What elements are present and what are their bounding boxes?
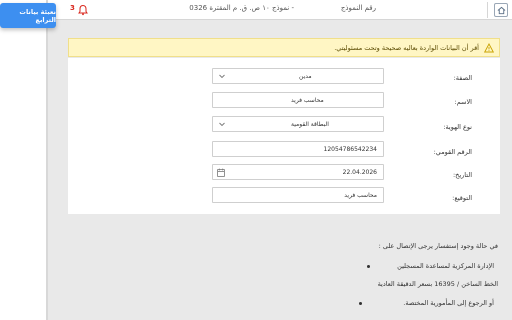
- warning-banner: أقر أن البيانات الواردة بعاليه صحيحة وتح…: [68, 38, 500, 57]
- notification-count: 3: [70, 4, 75, 12]
- role-value: مدين: [299, 73, 312, 80]
- form-number-value: - نموذج ١٠ ص. ق. م المقترة 0326: [189, 4, 294, 12]
- topbar-divider: [487, 2, 488, 18]
- role-label: الصفة:: [453, 74, 472, 82]
- name-value: محاسب فريد: [291, 97, 324, 104]
- home-button[interactable]: [494, 3, 508, 17]
- warning-text: أقر أن البيانات الواردة بعاليه صحيحة وتح…: [334, 44, 479, 52]
- bullet-dot: [367, 265, 370, 268]
- warning-icon: [484, 43, 494, 53]
- chevron-down-icon: [219, 122, 225, 127]
- top-bar: رقم النموذج - نموذج ١٠ ص. ق. م المقترة 0…: [48, 0, 512, 20]
- contact-intro: في حالة وجود إستفسار يرجى الإتصال على :: [378, 242, 498, 250]
- national-id-label: الرقم القومي:: [433, 148, 472, 156]
- calendar-icon[interactable]: [217, 168, 225, 177]
- date-label: التاريخ:: [452, 171, 472, 179]
- date-field[interactable]: 22.04.2026: [212, 164, 384, 180]
- bell-icon[interactable]: [77, 4, 89, 16]
- id-type-label: نوع الهوية:: [443, 123, 472, 131]
- contact-info: في حالة وجود إستفسار يرجى الإتصال على : …: [0, 238, 512, 320]
- name-field[interactable]: محاسب فريد: [212, 92, 384, 108]
- name-label: الاسم:: [454, 98, 472, 106]
- contact-office: أو الرجوع إلى المأمورية المختصة.: [403, 299, 494, 307]
- fill-data-button[interactable]: نعبئة بيانات الترابع: [0, 3, 56, 28]
- signature-value: محاسب فريد: [344, 192, 377, 199]
- role-select[interactable]: مدين: [212, 68, 384, 84]
- national-id-value: 12054786542234: [323, 146, 377, 153]
- contact-hotline: الخط الساخن / 16395 بسعر الدقيقة العادية: [377, 280, 498, 288]
- id-type-select[interactable]: البطاقة القومية: [212, 116, 384, 132]
- declaration-form: الصفة: مدين الاسم: محاسب فريد نوع الهوية…: [68, 58, 500, 214]
- bullet-dot: [359, 302, 362, 305]
- date-value: 22.04.2026: [342, 169, 377, 176]
- form-number-label: رقم النموذج: [340, 4, 376, 12]
- chevron-down-icon: [219, 74, 225, 79]
- id-type-value: البطاقة القومية: [291, 121, 329, 128]
- contact-central-admin: الإدارة المركزية لمساعدة المسجلين: [397, 262, 494, 270]
- national-id-field[interactable]: 12054786542234: [212, 141, 384, 157]
- signature-label: التوقيع:: [452, 194, 472, 202]
- home-icon: [497, 6, 505, 14]
- signature-field[interactable]: محاسب فريد: [212, 187, 384, 203]
